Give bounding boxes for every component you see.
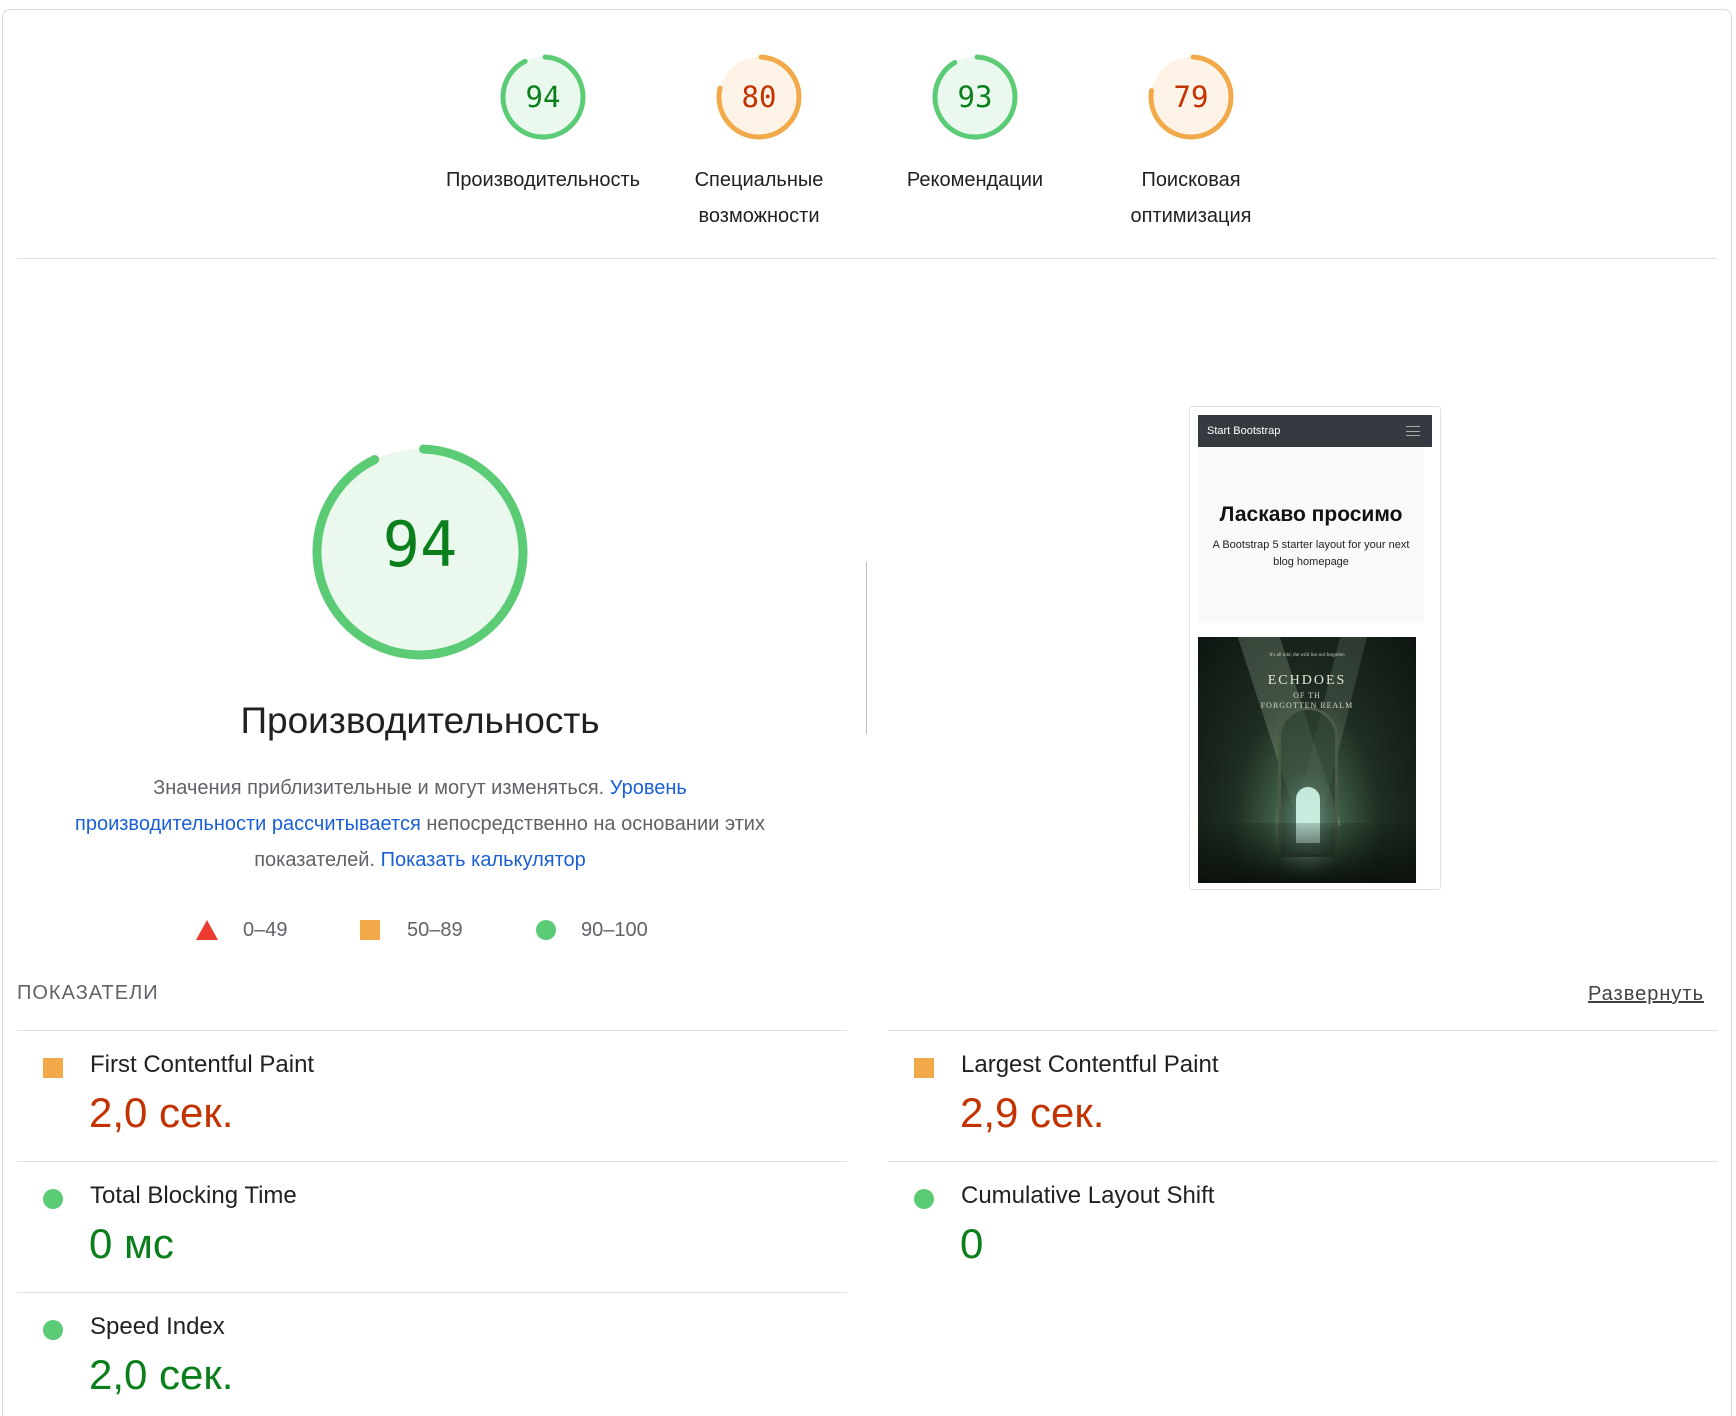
metric-lcp: Largest Contentful Paint 2,9 сек.	[888, 1030, 1718, 1161]
vertical-divider	[866, 562, 867, 734]
metric-value: 0	[960, 1220, 984, 1267]
category-gauges: 94 Производительность 80 Специальные воз…	[0, 52, 1736, 252]
gauge-label-line: Производительность	[445, 169, 641, 191]
square-icon	[360, 920, 380, 940]
gauge-label-line: оптимизация	[1130, 205, 1252, 227]
description-text: Значения приблизительные и могут изменят…	[153, 777, 610, 799]
hero-text: A Bootstrap 5 starter layout for your ne…	[1212, 539, 1410, 568]
hero-title: Ласкаво просимо	[1219, 503, 1403, 526]
hamburger-icon	[1406, 426, 1420, 436]
score-legend: 0–49 50–89 90–100	[196, 915, 716, 945]
page-screenshot[interactable]: Start Bootstrap Ласкаво просимо A Bootst…	[1189, 406, 1441, 890]
screenshot-navbar: Start Bootstrap	[1198, 415, 1432, 447]
square-icon	[43, 1058, 63, 1078]
gauge-label: Специальные возможности	[649, 162, 869, 234]
metrics-header: ПОКАЗАТЕЛИ	[17, 982, 159, 1004]
performance-title: Производительность	[240, 700, 600, 741]
performance-description: Значения приблизительные и могут изменят…	[55, 770, 785, 878]
circle-icon	[914, 1189, 934, 1209]
gauge-score: 94	[525, 80, 561, 114]
legend-label: 50–89	[407, 919, 463, 941]
cover-subtitle: FORGOTTEN REALM	[1260, 701, 1354, 710]
gauge-label-line: возможности	[698, 205, 820, 227]
cover-tagline: It's all told, the wild lies not forgott…	[1269, 653, 1345, 658]
gauge-ring: 80	[714, 52, 804, 142]
performance-gauge: 94	[308, 440, 532, 664]
metric-name: First Contentful Paint	[90, 1051, 315, 1078]
book-cover-image: It's all told, the wild lies not forgott…	[1198, 637, 1416, 883]
expand-toggle[interactable]: Развернуть	[1588, 983, 1704, 1006]
metric-fcp: First Contentful Paint 2,0 сек.	[17, 1030, 847, 1161]
gauge-ring: 93	[930, 52, 1020, 142]
metric-name: Cumulative Layout Shift	[961, 1182, 1215, 1209]
metric-value: 2,9 сек.	[960, 1089, 1105, 1136]
metric-name: Speed Index	[90, 1313, 225, 1340]
foliage-shape	[1198, 823, 1416, 883]
gauge-score: 93	[957, 80, 993, 114]
gauge-accessibility[interactable]: 80 Специальные возможности	[649, 52, 869, 234]
metric-si: Speed Index 2,0 сек.	[17, 1292, 847, 1416]
gauge-best-practices[interactable]: 93 Рекомендации	[865, 52, 1085, 198]
cover-subtitle: OF TH	[1293, 691, 1321, 700]
metric-name: Total Blocking Time	[90, 1182, 297, 1209]
gauge-seo[interactable]: 79 Поисковая оптимизация	[1081, 52, 1301, 234]
divider	[17, 258, 1717, 259]
legend-label: 0–49	[243, 919, 288, 941]
gauge-score: 80	[741, 80, 777, 114]
gauge-label-line: Поисковая	[1141, 169, 1241, 191]
circle-icon	[536, 920, 556, 940]
gauge-ring: 94	[498, 52, 588, 142]
metric-cls: Cumulative Layout Shift 0	[888, 1161, 1718, 1292]
show-calculator-link[interactable]: Показать калькулятор	[381, 849, 586, 871]
metric-tbt: Total Blocking Time 0 мс	[17, 1161, 847, 1292]
metric-value: 2,0 сек.	[89, 1351, 234, 1398]
gauge-label-line: Рекомендации	[906, 169, 1044, 191]
metric-value: 0 мс	[89, 1220, 174, 1267]
gauge-label: Поисковая оптимизация	[1081, 162, 1301, 234]
navbar-brand: Start Bootstrap	[1207, 425, 1281, 437]
gauge-label: Производительность	[433, 162, 653, 198]
gauge-label: Рекомендации	[865, 162, 1085, 198]
triangle-icon	[196, 920, 218, 940]
circle-icon	[43, 1189, 63, 1209]
metric-value: 2,0 сек.	[89, 1089, 234, 1136]
gauge-ring: 79	[1146, 52, 1236, 142]
gauge-performance[interactable]: 94 Производительность	[433, 52, 653, 198]
performance-score: 94	[382, 508, 458, 581]
metric-name: Largest Contentful Paint	[961, 1051, 1219, 1078]
legend-label: 90–100	[581, 919, 648, 941]
gauge-score: 79	[1173, 80, 1209, 114]
square-icon	[914, 1058, 934, 1078]
cover-title: ECHDOES	[1267, 673, 1347, 688]
screenshot-hero: Ласкаво просимо A Bootstrap 5 starter la…	[1198, 447, 1424, 623]
gauge-label-line: Специальные	[694, 169, 824, 191]
circle-icon	[43, 1320, 63, 1340]
